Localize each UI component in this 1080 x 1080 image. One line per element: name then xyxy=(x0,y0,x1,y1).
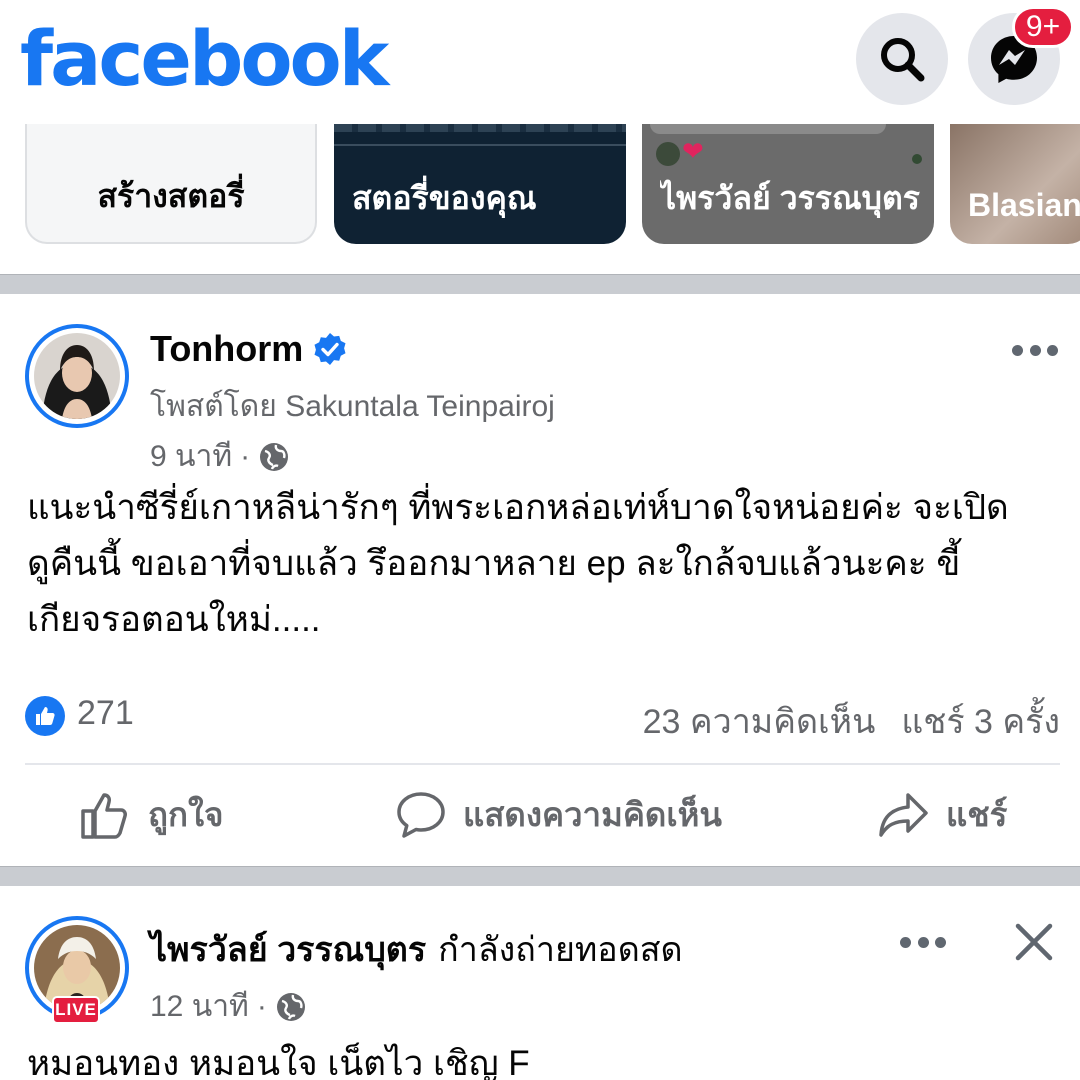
post-time[interactable]: 9 นาที xyxy=(150,433,232,480)
story-divider xyxy=(334,144,626,146)
share-label: แชร์ xyxy=(946,796,1008,833)
like-icon xyxy=(81,792,127,839)
more-options-icon[interactable] xyxy=(1012,340,1058,360)
post-avatar[interactable] xyxy=(25,324,129,428)
meta-separator: · xyxy=(256,989,267,1023)
heart-icon: ❤ xyxy=(682,136,704,166)
comment-icon xyxy=(397,791,445,838)
avatar-photo xyxy=(34,333,120,419)
like-count[interactable]: 271 xyxy=(77,694,134,733)
globe-icon xyxy=(276,992,305,1021)
like-reaction-icon xyxy=(25,696,65,736)
share-count[interactable]: แชร์ 3 ครั้ง xyxy=(901,694,1060,748)
facebook-logo[interactable]: facebook xyxy=(20,14,389,103)
story-label: สร้างสตอรี่ xyxy=(97,178,245,214)
post-meta: 12 นาที · xyxy=(150,983,307,1030)
top-bar: facebook 9+ xyxy=(0,0,1080,120)
close-icon[interactable] xyxy=(1012,920,1056,964)
post-text: แนะนำซีรี่ย์เกาหลีน่ารักๆ ที่พระเอกหล่อเ… xyxy=(27,480,1062,648)
story-mini-avatar xyxy=(656,142,680,166)
search-icon xyxy=(881,38,925,82)
story-friend[interactable]: ❤ ไพรวัลย์ วรรณบุตร xyxy=(642,124,934,244)
story-text-strip xyxy=(334,124,626,132)
stats-right: 23 ความคิดเห็น แชร์ 3 ครั้ง xyxy=(643,694,1060,748)
story-label: Blasian xyxy=(968,187,1080,223)
post-author-row: Tonhorm xyxy=(150,328,347,370)
story-comment-bubble xyxy=(650,124,886,134)
story-create[interactable]: สร้างสตอรี่ xyxy=(25,124,317,244)
like-button[interactable]: ถูกใจ xyxy=(80,788,223,841)
post-status: กำลังถ่ายทอดสด xyxy=(438,931,683,969)
online-dot xyxy=(912,154,922,164)
post-actions: ถูกใจ แสดงความคิดเห็น แชร์ xyxy=(0,778,1080,858)
comment-count[interactable]: 23 ความคิดเห็น xyxy=(643,694,876,748)
post-text-line: แนะนำซีรี่ย์เกาหลีน่ารักๆ ที่พระเอกหล่อเ… xyxy=(27,488,1009,527)
story-yours[interactable]: สตอรี่ของคุณ xyxy=(334,124,626,244)
section-divider xyxy=(0,866,1080,886)
story-label: สตอรี่ของคุณ xyxy=(352,180,537,216)
meta-separator: · xyxy=(240,439,251,473)
section-divider xyxy=(0,274,1080,294)
post-meta: 9 นาที · xyxy=(150,433,290,480)
share-icon xyxy=(879,792,928,837)
stories-tray: สร้างสตอรี่ สตอรี่ของคุณ ❤ ไพรวัลย์ วรรณ… xyxy=(0,124,1080,244)
comment-button[interactable]: แสดงความคิดเห็น xyxy=(395,788,722,841)
live-badge: LIVE xyxy=(52,996,100,1024)
story-blasian[interactable]: Blasian xyxy=(950,124,1080,244)
post-time[interactable]: 12 นาที xyxy=(150,983,249,1030)
post-stats: 271 23 ความคิดเห็น แชร์ 3 ครั้ง xyxy=(25,694,1060,741)
post-text-line: เกียจรอตอนใหม่..... xyxy=(27,600,321,639)
globe-icon xyxy=(260,442,289,471)
post-author[interactable]: Tonhorm xyxy=(150,328,303,370)
post-author-row: ไพรวัลย์ วรรณบุตร กำลังถ่ายทอดสด xyxy=(150,922,683,976)
story-label: ไพรวัลย์ วรรณบุตร xyxy=(660,180,920,216)
messenger-badge: 9+ xyxy=(1012,6,1074,48)
share-button[interactable]: แชร์ xyxy=(878,788,1007,841)
like-label: ถูกใจ xyxy=(148,796,224,833)
post-author[interactable]: ไพรวัลย์ วรรณบุตร xyxy=(150,922,426,976)
post-text-line: ดูคืนนี้ ขอเอาที่จบแล้ว รึออกมาหลาย ep ล… xyxy=(27,544,961,583)
comment-label: แสดงความคิดเห็น xyxy=(463,796,722,833)
stats-divider xyxy=(25,763,1060,765)
search-button[interactable] xyxy=(856,13,948,105)
verified-badge-icon xyxy=(314,333,346,365)
post-text: หมอนทอง หมอนใจ เน็ตไว เชิญ F xyxy=(27,1044,530,1080)
more-options-icon[interactable] xyxy=(900,932,946,952)
posted-by: โพสต์โดย Sakuntala Teinpairoj xyxy=(150,390,555,423)
